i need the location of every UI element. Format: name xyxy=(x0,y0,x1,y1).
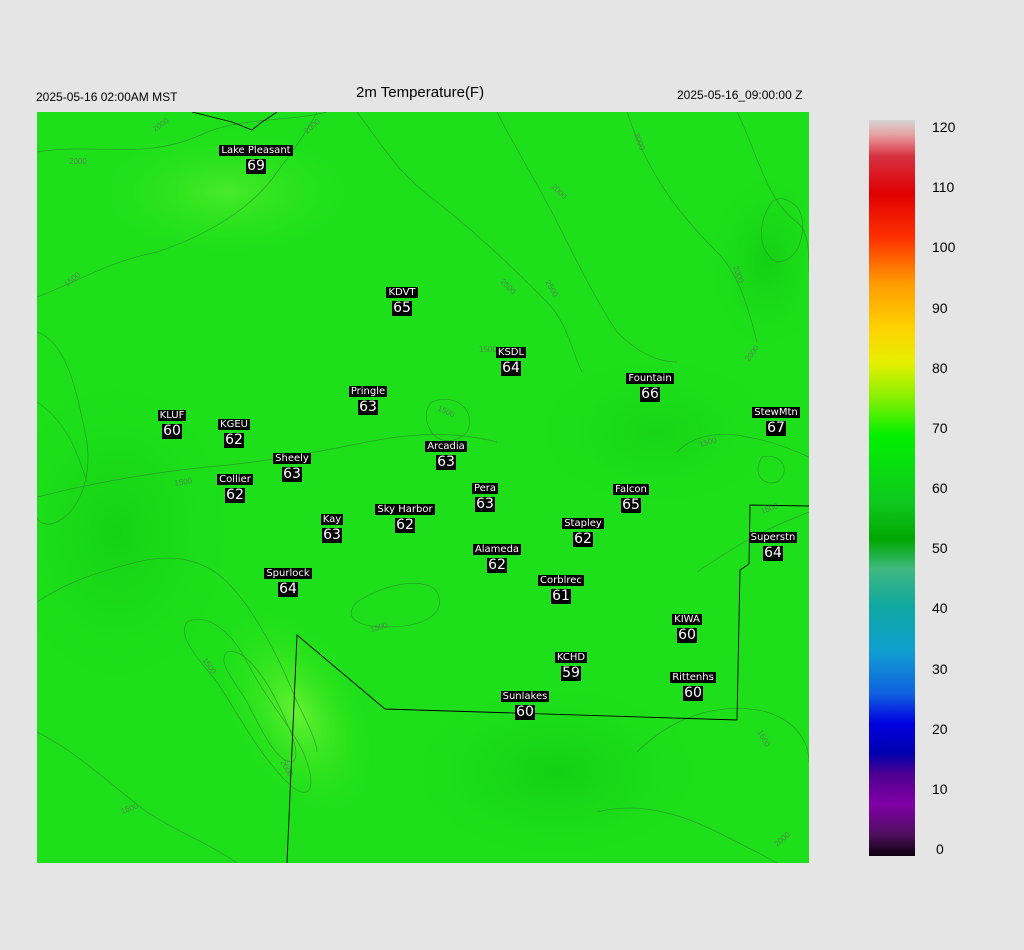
station-marker: Falcon 65 xyxy=(581,479,681,513)
station-marker: Fountain 66 xyxy=(600,368,700,402)
station-name: Stapley xyxy=(562,518,604,529)
map-title: 2m Temperature(F) xyxy=(356,84,485,101)
station-name: Kay xyxy=(320,514,344,525)
station-marker: Corblrec 61 xyxy=(511,570,611,604)
colorbar-tick-label: 10 xyxy=(932,780,948,797)
colorbar-tick-label: 30 xyxy=(932,660,948,677)
station-temperature: 62 xyxy=(225,487,245,503)
station-name: Corblrec xyxy=(538,575,584,586)
station-temperature: 64 xyxy=(763,545,783,561)
station-temperature: 64 xyxy=(278,581,298,597)
station-name: Pringle xyxy=(348,386,388,397)
map-canvas: 2000 2000 2000 2000 2000 1500 2500 2500 … xyxy=(37,112,809,863)
station-name: KDVT xyxy=(386,287,418,298)
station-marker: KDVT 65 xyxy=(352,282,452,316)
station-marker: Lake Pleasant 69 xyxy=(206,140,306,174)
colorbar-tick-label: 120 xyxy=(932,119,956,135)
station-temperature: 63 xyxy=(475,496,495,512)
station-marker: KIWA 60 xyxy=(637,609,737,643)
station-marker: Spurlock 64 xyxy=(238,563,338,597)
station-marker: Pringle 63 xyxy=(318,381,418,415)
station-marker: Alameda 62 xyxy=(447,539,547,573)
station-temperature: 69 xyxy=(246,158,266,174)
station-temperature: 59 xyxy=(561,665,581,681)
contour-label: 2000 xyxy=(69,157,87,166)
station-temperature: 63 xyxy=(322,527,342,543)
station-temperature: 60 xyxy=(515,704,535,720)
station-name: KIWA xyxy=(672,614,702,625)
station-temperature: 60 xyxy=(677,627,697,643)
station-temperature: 60 xyxy=(683,685,703,701)
station-temperature: 62 xyxy=(224,432,244,448)
station-temperature: 62 xyxy=(395,517,415,533)
station-name: Rittenhs xyxy=(670,672,716,683)
temperature-colorbar xyxy=(869,120,915,856)
station-marker: KCHD 59 xyxy=(521,647,621,681)
station-name: Sky Harbor xyxy=(375,504,435,515)
station-name: Alameda xyxy=(472,544,522,555)
station-marker: KSDL 64 xyxy=(461,342,561,376)
station-marker: Stapley 62 xyxy=(533,513,633,547)
station-name: Collier xyxy=(217,474,253,485)
station-name: Lake Pleasant xyxy=(219,145,293,156)
station-name: Falcon xyxy=(613,484,649,495)
station-temperature: 62 xyxy=(487,557,507,573)
station-temperature: 63 xyxy=(282,466,302,482)
colorbar-gradient xyxy=(869,120,915,856)
station-temperature: 63 xyxy=(358,399,378,415)
station-temperature: 66 xyxy=(640,386,660,402)
station-marker: Kay 63 xyxy=(282,509,382,543)
colorbar-tick-label: 50 xyxy=(932,540,948,557)
station-name: Superstn xyxy=(748,532,798,543)
station-name: KLUF xyxy=(157,410,187,421)
local-time: 2025-05-16 02:00AM MST xyxy=(36,90,178,104)
station-name: KSDL xyxy=(495,347,527,358)
station-temperature: 62 xyxy=(573,531,593,547)
temperature-map: 2000 2000 2000 2000 2000 1500 2500 2500 … xyxy=(37,112,809,863)
colorbar-tick-label: 100 xyxy=(932,239,956,256)
station-marker: Sunlakes 60 xyxy=(475,686,575,720)
station-name: Pera xyxy=(471,483,499,494)
station-marker: Collier 62 xyxy=(185,469,285,503)
station-marker: StewMtn 67 xyxy=(726,402,809,436)
station-name: Sheely xyxy=(273,453,311,464)
colorbar-tick-label: 90 xyxy=(932,299,948,316)
station-name: KCHD xyxy=(554,652,588,663)
station-marker: Superstn 64 xyxy=(723,527,809,561)
colorbar-tick-label: 60 xyxy=(932,480,948,496)
station-marker: Arcadia 63 xyxy=(396,436,496,470)
station-name: StewMtn xyxy=(752,407,800,418)
station-temperature: 63 xyxy=(436,454,456,470)
colorbar-tick-label: 40 xyxy=(932,600,948,617)
station-name: Sunlakes xyxy=(500,691,550,702)
colorbar-tick-label: 0 xyxy=(936,841,944,857)
station-name: Arcadia xyxy=(425,441,467,452)
station-temperature: 61 xyxy=(551,588,571,604)
colorbar-tick-label: 70 xyxy=(932,419,948,436)
station-marker: Rittenhs 60 xyxy=(643,667,743,701)
station-name: KGEU xyxy=(218,419,250,430)
station-temperature: 65 xyxy=(392,300,412,316)
colorbar-tick-label: 20 xyxy=(932,720,948,737)
colorbar-tick-label: 80 xyxy=(932,359,948,376)
colorbar-tick-label: 110 xyxy=(932,179,955,196)
station-temperature: 60 xyxy=(162,423,182,439)
station-name: Spurlock xyxy=(264,568,312,579)
station-marker: KGEU 62 xyxy=(184,414,284,448)
station-temperature: 67 xyxy=(766,420,786,436)
utc-time: 2025-05-16_09:00:00 Z xyxy=(677,88,803,102)
station-temperature: 65 xyxy=(621,497,641,513)
station-name: Fountain xyxy=(626,373,674,384)
station-temperature: 64 xyxy=(501,360,521,376)
